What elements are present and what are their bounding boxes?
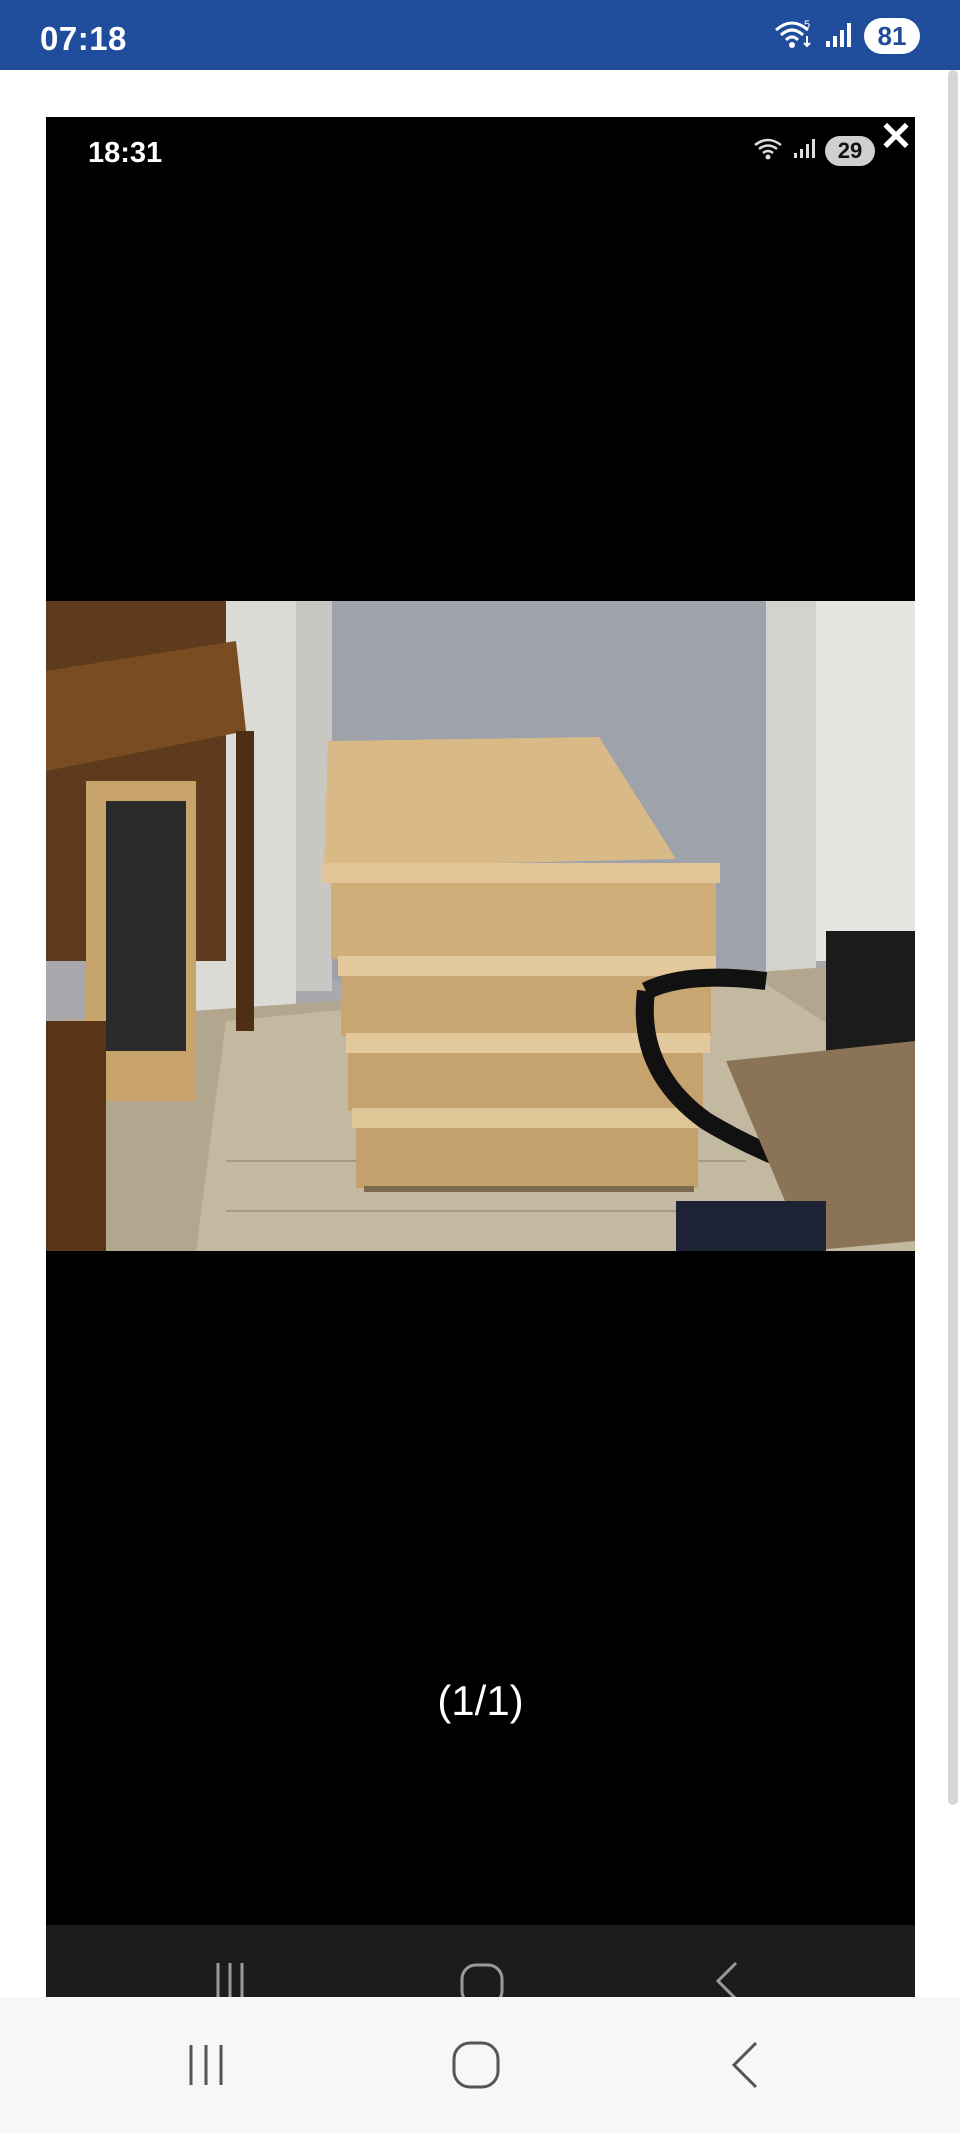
signal-icon [793,136,817,165]
back-icon [715,1961,738,1997]
signal-icon [824,19,854,54]
inner-status-bar: 18:31 29 [46,117,915,197]
recents-icon [216,1963,244,1997]
inner-status-icons: 29 [753,135,875,166]
inner-nav-bar [46,1925,915,1997]
system-nav-bar [0,1997,960,2133]
wifi-icon: 5 [774,18,814,55]
status-time: 07:18 [40,20,127,57]
battery-icon: 81 [864,18,920,54]
home-icon [460,1963,504,1997]
wifi-icon [753,135,785,166]
listing-photo[interactable] [46,601,915,1251]
back-icon[interactable] [716,2035,776,2095]
recents-icon[interactable] [176,2035,236,2095]
battery-icon: 29 [825,135,875,166]
close-icon[interactable]: ✕ [876,117,916,157]
status-bar: 07:18 5 81 [0,0,960,70]
wifi-badge: 5 [804,19,810,31]
status-icons: 5 81 [774,16,920,56]
image-viewer: 18:31 29 (1/1) [46,117,915,1997]
inner-status-time: 18:31 [88,137,163,169]
home-icon[interactable] [446,2035,506,2095]
scrollbar[interactable] [948,70,958,1805]
image-counter: (1/1) [437,1677,524,1724]
